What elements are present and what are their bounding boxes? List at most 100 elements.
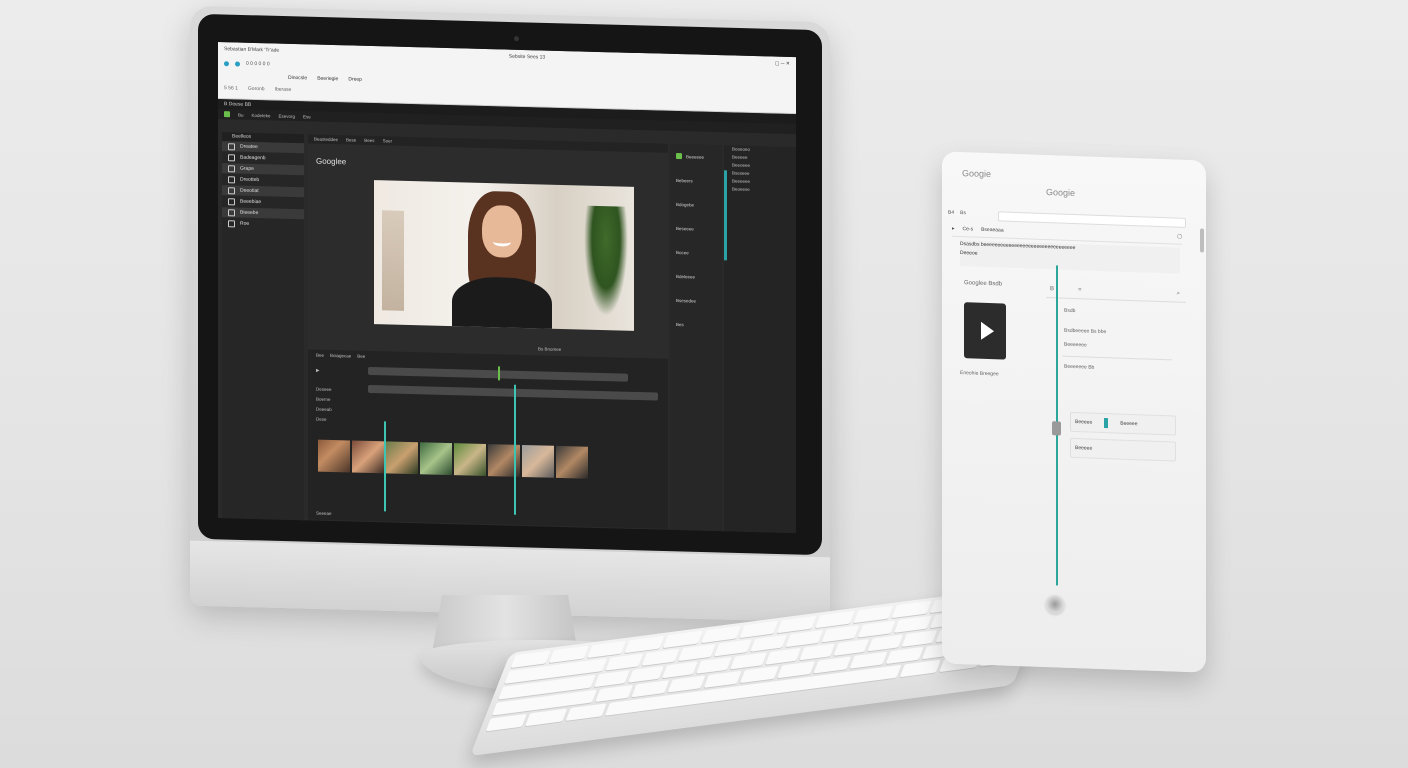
play-button[interactable] [964,302,1006,360]
option-label: Beeeee [1075,445,1093,452]
tablet-panel-header: B = ⌕ [1046,281,1186,303]
effect-item[interactable]: Beseeee [670,216,722,241]
key [631,680,670,698]
toolbar-button[interactable]: Ese [303,114,311,119]
key [893,615,932,633]
monitor-screen: Sebastian B'Mark 'Tr'ade Sebsite Sees 13… [218,42,796,534]
library-item[interactable]: Badeagenb [222,152,304,164]
search-icon[interactable]: ⌕ [1177,290,1186,297]
scrub-playhead[interactable] [498,366,500,381]
key [565,703,607,722]
bookmark-item[interactable]: Beeriegie [317,76,338,83]
effect-item[interactable]: Bocee [670,240,722,265]
clip-thumbnail[interactable] [556,445,588,479]
library-item[interactable]: Roe [222,218,304,230]
clip-thumbnail[interactable] [420,442,452,476]
toolbar-button[interactable]: Esevorg [279,113,296,118]
play-icon[interactable]: ▶ [316,368,319,374]
panel-scrollbar[interactable] [724,170,727,261]
effects-panel: Beeeeee Bebeers Bdogebe Beseeee Bocee Bd… [670,143,722,534]
key [776,661,815,679]
library-item[interactable]: Bieeebe [222,207,304,220]
key [696,656,733,674]
header-item[interactable]: B4 [948,210,954,216]
back-icon[interactable] [224,60,229,66]
effect-label: Bdeleeee [676,273,696,279]
library-item-label: Beeebiae [240,198,262,206]
option-box[interactable]: Beeeee Beeeee [1070,411,1176,436]
library-item-label: Badeagenb [240,154,266,162]
key [713,639,752,657]
toolbar-item[interactable]: Iberase [275,86,292,92]
forward-icon[interactable] [235,60,240,67]
effect-item[interactable]: Beeeeee [670,144,722,169]
bookmark-item[interactable]: Dreep [348,76,362,82]
toolbar-button[interactable]: Bu [238,112,244,117]
timeline-playhead[interactable] [514,384,516,515]
timeline-footer: Seeeae [308,507,332,518]
timeline-panel: Bee Boiagecae Bee ▶ Deseee Boerne Deeeab… [308,349,668,529]
header-item[interactable]: Bs [960,210,966,216]
viewer-tab[interactable]: Beasteddee [314,137,338,143]
clip-thumbnail[interactable] [352,440,384,474]
panel-label[interactable]: B [1050,286,1054,292]
effect-item[interactable]: Bdogebe [670,192,722,217]
side-button[interactable] [1200,228,1204,253]
viewer-tab[interactable]: Bese [346,137,356,142]
clip-thumbnail[interactable] [318,439,350,473]
effect-label: Bocee [676,249,689,255]
toolbar-item[interactable]: Goronb [248,86,265,92]
key [901,630,938,647]
effect-label: Bebeers [676,177,693,183]
home-button[interactable] [1046,595,1064,614]
key [641,648,680,666]
key [867,634,904,652]
properties-panel: Booeoeo Beeeee Beeoeee Bseseee Beeeeee B… [724,145,796,534]
app-title: B Deese BB [224,101,252,108]
library-item[interactable]: Dreotteb [222,174,304,186]
clip-thumbnail[interactable] [522,444,554,478]
library-item[interactable]: Deeotiat [222,185,304,198]
key [677,644,716,662]
effect-item[interactable]: Bdeleeee [670,264,722,289]
viewer-tab[interactable]: Bees [364,138,374,143]
key [605,653,644,671]
menu-icon[interactable]: = [1078,287,1082,293]
toolbar-button[interactable]: Kodeteke [252,112,271,117]
toggle-indicator[interactable] [1104,418,1109,429]
library-item[interactable]: Grape [222,163,304,176]
option-value: Beeeee [1120,420,1138,428]
clip-thumbnail[interactable] [454,443,486,477]
option-box[interactable]: Beeeee [1070,437,1176,462]
settings-icon [228,219,235,227]
menu-icon[interactable]: ▸ [952,226,955,232]
window-controls[interactable]: ▢ ─ ✕ [775,61,790,67]
tablet-slider-handle[interactable] [1052,421,1061,436]
effect-item[interactable]: Bsesedee [670,288,722,313]
key [740,665,779,684]
library-item[interactable]: Beeebiae [222,196,304,208]
viewer-brand-text: Googlee [316,156,347,167]
key [764,647,801,665]
viewer-tab[interactable]: Soer [383,138,393,143]
clip-thumbnail[interactable] [386,441,418,475]
option-label: Beeeee [1075,419,1093,426]
tablet-media-title: Googlee Bsdb [964,280,1003,288]
viewer-controls[interactable]: Bs Bnomee [538,346,561,352]
folder-icon [228,186,235,194]
property-item[interactable]: Beoeese [724,185,796,195]
detail-line: Beeeeeee [1064,341,1087,349]
effect-item[interactable]: Bebeers [670,168,722,193]
bookmark-item[interactable]: Dinocsle [288,75,307,82]
browser-tab[interactable]: Sebastian B'Mark 'Tr'ade [224,46,279,53]
timeline-marker[interactable] [384,421,386,512]
key [525,708,567,727]
video-clip-track[interactable] [318,439,588,479]
key [821,625,860,643]
lock-icon[interactable]: ▢ [1177,234,1182,240]
video-preview-frame[interactable] [374,180,634,331]
effect-item[interactable]: Bes [670,312,722,337]
library-item[interactable]: Dreatee [222,141,304,154]
play-icon [980,321,994,341]
toolbar-item[interactable]: 5 56 1 [224,85,238,91]
